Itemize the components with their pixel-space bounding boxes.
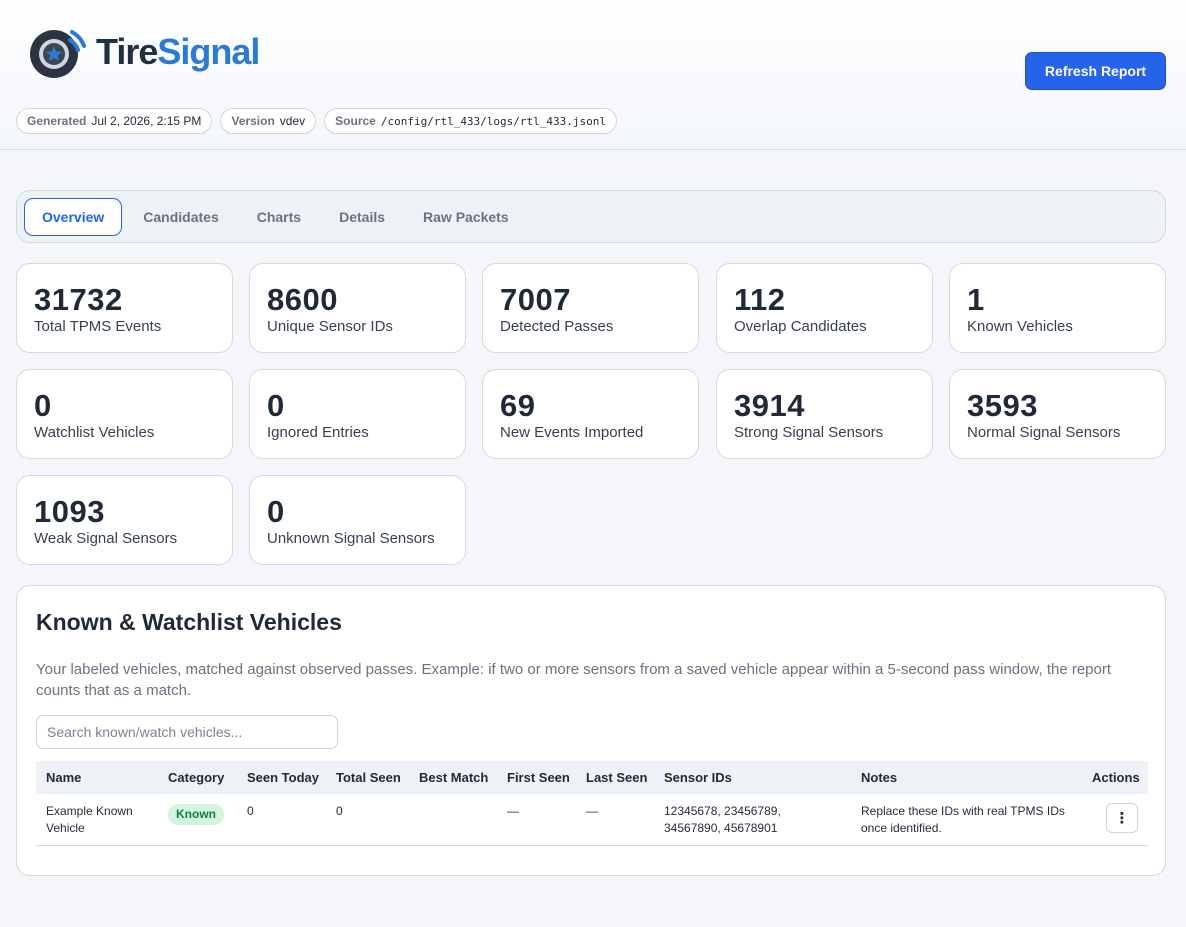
stat-label: Overlap Candidates (734, 318, 867, 335)
meta-value: /config/rtl_433/logs/rtl_433.jsonl (380, 114, 607, 128)
app-name: TireSignal (96, 31, 260, 73)
cell-name: Example Known Vehicle (46, 804, 133, 835)
stat-label: New Events Imported (500, 424, 644, 441)
stat-card: 0 Watchlist Vehicles (16, 369, 233, 459)
refresh-report-button[interactable]: Refresh Report (1025, 52, 1166, 90)
stat-label: Known Vehicles (967, 318, 1073, 335)
stat-label: Weak Signal Sensors (34, 530, 178, 547)
column-header-seen-today[interactable]: Seen Today (247, 770, 319, 785)
meta-key: Version (231, 114, 275, 128)
stat-value: 112 (734, 282, 786, 317)
stat-value: 0 (267, 388, 285, 423)
meta-value: vdev (279, 114, 306, 128)
table-header: Name Category Seen Today Total Seen Best… (36, 761, 1148, 794)
tab-charts[interactable]: Charts (240, 198, 318, 236)
cell-seen-today: 0 (247, 804, 254, 818)
cell-last-seen: — (586, 804, 598, 818)
cell-sensor-ids: 12345678, 23456789, 34567890, 45678901 (664, 804, 781, 835)
meta-source: Source /config/rtl_433/logs/rtl_433.json… (324, 108, 618, 134)
vehicles-panel: Known & Watchlist Vehicles Your labeled … (16, 585, 1166, 876)
stat-card: 31732 Total TPMS Events (16, 263, 233, 353)
stat-label: Strong Signal Sensors (734, 424, 884, 441)
report-header: TireSignal Refresh Report Generated Jul … (0, 0, 1186, 150)
meta-key: Generated (27, 114, 87, 128)
column-header-last-seen[interactable]: Last Seen (586, 770, 647, 785)
panel-title: Known & Watchlist Vehicles (36, 609, 342, 635)
cell-notes: Replace these IDs with real TPMS IDs onc… (861, 804, 1065, 835)
stat-card: 3914 Strong Signal Sensors (716, 369, 933, 459)
stat-label: Unique Sensor IDs (267, 318, 393, 335)
category-badge: Known (168, 804, 224, 825)
tab-overview[interactable]: Overview (24, 197, 123, 236)
vehicle-search-input[interactable] (36, 715, 338, 749)
stat-card: 0 Ignored Entries (249, 369, 466, 459)
app-logo: TireSignal (28, 22, 260, 82)
table-row: Example Known Vehicle Known 0 0 — — 1234… (36, 794, 1148, 846)
stat-card: 69 New Events Imported (482, 369, 699, 459)
stat-label: Total TPMS Events (34, 318, 162, 335)
column-header-name[interactable]: Name (46, 770, 81, 785)
stat-card: 3593 Normal Signal Sensors (949, 369, 1166, 459)
stat-card: 1093 Weak Signal Sensors (16, 475, 233, 565)
tab-candidates[interactable]: Candidates (126, 198, 235, 236)
stat-card: 7007 Detected Passes (482, 263, 699, 353)
column-header-notes[interactable]: Notes (861, 770, 897, 785)
stat-card: 1 Known Vehicles (949, 263, 1166, 353)
stat-card: 112 Overlap Candidates (716, 263, 933, 353)
tab-raw-packets[interactable]: Raw Packets (406, 198, 526, 236)
meta-generated: Generated Jul 2, 2026, 2:15 PM (16, 108, 213, 134)
stat-label: Detected Passes (500, 318, 614, 335)
stat-card: 8600 Unique Sensor IDs (249, 263, 466, 353)
cell-total-seen: 0 (336, 804, 343, 818)
stat-label: Ignored Entries (267, 424, 369, 441)
stat-value: 7007 (500, 282, 571, 317)
stat-value: 3914 (734, 388, 805, 423)
column-header-actions: Actions (1092, 770, 1140, 785)
row-actions-more-icon[interactable]: ⋮ (1106, 803, 1138, 833)
stat-value: 31732 (34, 282, 123, 317)
stat-value: 0 (267, 494, 285, 529)
report-meta: Generated Jul 2, 2026, 2:15 PM Version v… (16, 108, 618, 134)
column-header-total-seen[interactable]: Total Seen (336, 770, 401, 785)
stat-label: Unknown Signal Sensors (267, 530, 435, 547)
stat-value: 3593 (967, 388, 1038, 423)
vehicles-table: Name Category Seen Today Total Seen Best… (36, 761, 1148, 846)
meta-value: Jul 2, 2026, 2:15 PM (91, 114, 202, 128)
cell-category: Known (168, 804, 224, 825)
stat-label: Watchlist Vehicles (34, 424, 155, 441)
tab-bar: Overview Candidates Charts Details Raw P… (16, 190, 1166, 243)
panel-description: Your labeled vehicles, matched against o… (36, 661, 1112, 699)
stat-label: Normal Signal Sensors (967, 424, 1121, 441)
app-name-part1: Tire (96, 31, 158, 72)
meta-version: Version vdev (220, 108, 317, 134)
stat-value: 0 (34, 388, 52, 423)
stat-value: 8600 (267, 282, 338, 317)
tab-details[interactable]: Details (322, 198, 402, 236)
column-header-category[interactable]: Category (168, 770, 224, 785)
stat-card: 0 Unknown Signal Sensors (249, 475, 466, 565)
stat-value: 69 (500, 388, 536, 423)
app-name-part2: Signal (157, 31, 260, 72)
column-header-first-seen[interactable]: First Seen (507, 770, 570, 785)
cell-first-seen: — (507, 804, 519, 818)
stat-value: 1093 (34, 494, 105, 529)
tire-signal-logo-icon (30, 30, 86, 78)
stat-value: 1 (967, 282, 985, 317)
meta-key: Source (335, 114, 376, 128)
column-header-sensor-ids[interactable]: Sensor IDs (664, 770, 732, 785)
column-header-best-match[interactable]: Best Match (419, 770, 488, 785)
